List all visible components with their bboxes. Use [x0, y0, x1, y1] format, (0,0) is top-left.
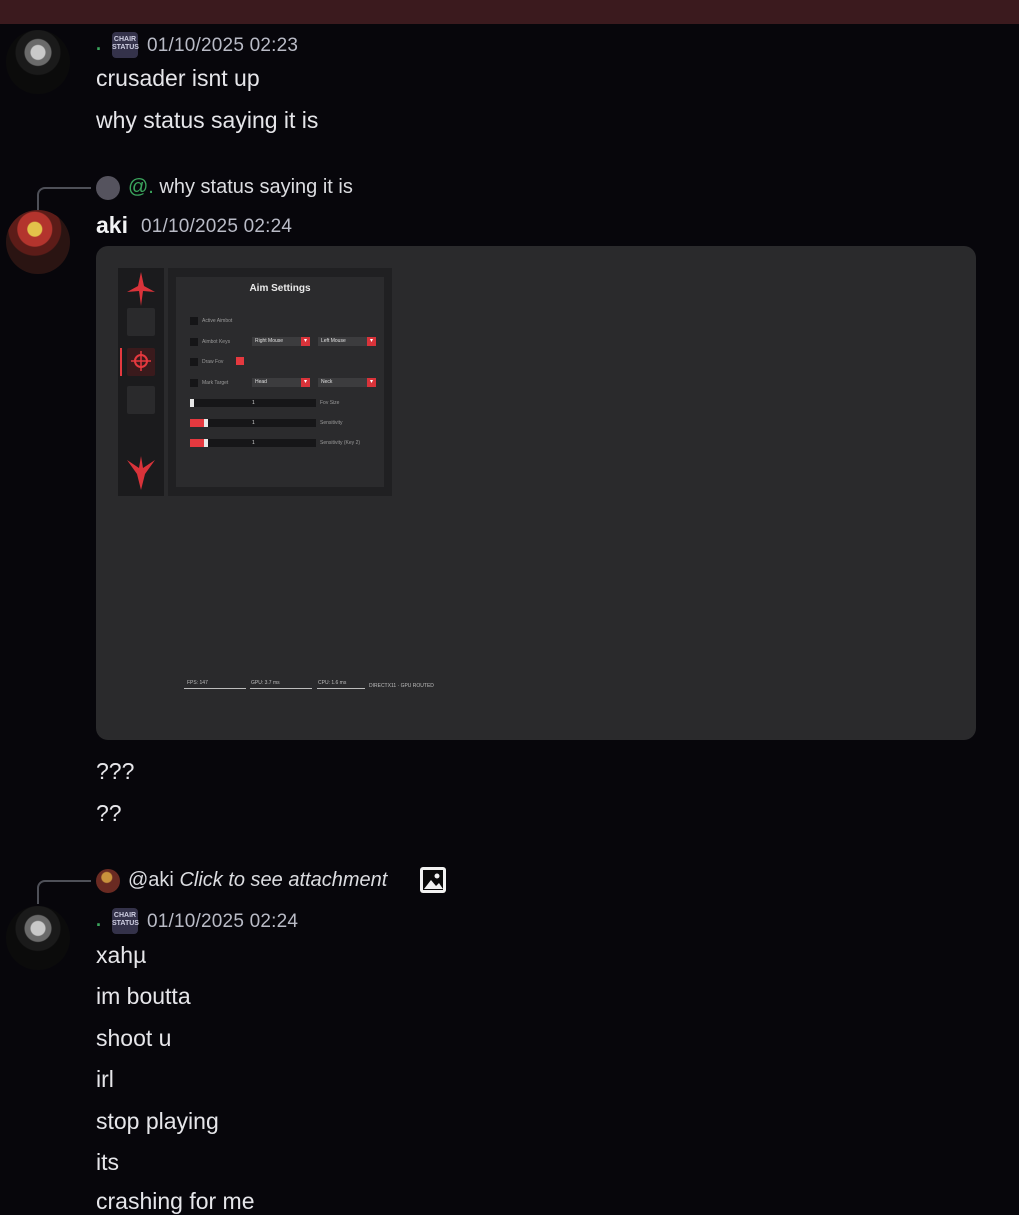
- perf-label: GPU: 3.7 ms: [251, 680, 280, 686]
- checkbox[interactable]: [190, 317, 198, 325]
- crosshair-icon: [131, 351, 151, 371]
- perf-label: FPS: 147: [187, 680, 208, 686]
- message-text: ???: [96, 758, 135, 784]
- chevron-down-icon: ▾: [367, 378, 376, 387]
- perf-graph: [184, 688, 246, 689]
- dropdown[interactable]: Left Mouse ▾: [318, 337, 376, 346]
- message-text: shoot u: [96, 1025, 172, 1051]
- message-text: crusader isnt up: [96, 65, 260, 91]
- chevron-down-icon: ▾: [301, 337, 310, 346]
- role-badge-icon: CHAIR STATUS: [112, 32, 139, 58]
- setting-label: Active Aimbot: [202, 318, 233, 324]
- author-name[interactable]: .: [96, 910, 101, 931]
- image-icon: [420, 867, 446, 893]
- image-attachment[interactable]: Aim Settings Active Aimbot Aimbot Keys R…: [96, 246, 976, 740]
- emblem-icon: [127, 456, 155, 490]
- checkbox[interactable]: [190, 338, 198, 346]
- role-badge-icon: CHAIR STATUS: [112, 908, 139, 934]
- slider-label: Fov Size: [320, 400, 340, 406]
- slider-handle[interactable]: [190, 399, 194, 407]
- perf-graph: [317, 688, 365, 689]
- checkbox[interactable]: [190, 358, 198, 366]
- reply-user-avatar[interactable]: [96, 176, 120, 200]
- slider[interactable]: 1: [190, 419, 316, 427]
- slider-value: 1: [252, 420, 255, 426]
- reply-preview[interactable]: @. why status saying it is: [128, 176, 353, 199]
- user-avatar[interactable]: [6, 30, 70, 94]
- message-text: why status saying it is: [96, 107, 319, 133]
- panel-title: Aim Settings: [249, 283, 311, 294]
- nav-button-aim[interactable]: [127, 348, 155, 376]
- message-text: crashing for me: [96, 1188, 255, 1214]
- slider-label: Sensitivity: [320, 420, 343, 426]
- chevron-down-icon: ▾: [367, 337, 376, 346]
- nav-button-visuals[interactable]: [127, 308, 155, 336]
- author-name[interactable]: aki: [96, 212, 128, 239]
- checkbox[interactable]: [190, 379, 198, 387]
- reply-user-avatar[interactable]: [96, 869, 120, 893]
- color-picker[interactable]: [236, 357, 244, 365]
- nav-button-misc[interactable]: [127, 386, 155, 414]
- message-timestamp: 01/10/2025 02:24: [141, 216, 293, 237]
- reply-quoted-text: why status saying it is: [153, 176, 353, 198]
- perf-label: CPU: 1.6 ms: [318, 680, 347, 686]
- slider-value: 1: [252, 440, 255, 446]
- window-top-bar: [0, 0, 1019, 24]
- active-tab-indicator: [120, 348, 122, 376]
- reply-quoted-text[interactable]: Click to see attachment: [179, 869, 387, 891]
- cheat-menu-panel: Aim Settings Active Aimbot Aimbot Keys R…: [168, 268, 392, 496]
- chevron-down-icon: ▾: [301, 378, 310, 387]
- emblem-icon: [127, 272, 155, 306]
- dropdown[interactable]: Neck ▾: [318, 378, 376, 387]
- aim-settings-box: Aim Settings Active Aimbot Aimbot Keys R…: [176, 277, 384, 487]
- cheat-menu-sidebar: [118, 268, 164, 496]
- reply-mention[interactable]: @aki: [128, 869, 174, 891]
- reply-mention[interactable]: @.: [128, 176, 154, 198]
- perf-label: DIRECTX11 · GPU ROUTED: [369, 683, 434, 689]
- setting-label: Draw Fov: [202, 359, 224, 365]
- slider-handle[interactable]: [204, 439, 208, 447]
- message-text: irl: [96, 1066, 114, 1092]
- slider-handle[interactable]: [204, 419, 208, 427]
- message-text: xahµ: [96, 942, 147, 968]
- setting-label: Mark Target: [202, 380, 229, 386]
- reply-connector: [37, 880, 91, 904]
- slider-label: Sensitivity (Key 2): [320, 440, 361, 446]
- slider[interactable]: 1: [190, 399, 316, 407]
- dropdown[interactable]: Right Mouse ▾: [252, 337, 310, 346]
- slider-value: 1: [252, 400, 255, 406]
- message-timestamp: 01/10/2025 02:24: [147, 911, 299, 932]
- message-text: ??: [96, 800, 122, 826]
- user-avatar[interactable]: [6, 210, 70, 274]
- message-text: stop playing: [96, 1108, 219, 1134]
- setting-label: Aimbot Keys: [202, 339, 231, 345]
- performance-overlay: FPS: 147 GPU: 3.7 ms CPU: 1.6 ms DIRECTX…: [184, 680, 444, 690]
- user-avatar[interactable]: [6, 906, 70, 970]
- message-timestamp: 01/10/2025 02:23: [147, 35, 299, 56]
- message-text: its: [96, 1149, 119, 1175]
- author-name[interactable]: .: [96, 34, 101, 55]
- slider[interactable]: 1: [190, 439, 316, 447]
- reply-connector: [37, 187, 91, 211]
- reply-preview[interactable]: @aki Click to see attachment: [128, 869, 387, 892]
- perf-graph: [250, 688, 312, 689]
- dropdown[interactable]: Head ▾: [252, 378, 310, 387]
- message-text: im boutta: [96, 983, 191, 1009]
